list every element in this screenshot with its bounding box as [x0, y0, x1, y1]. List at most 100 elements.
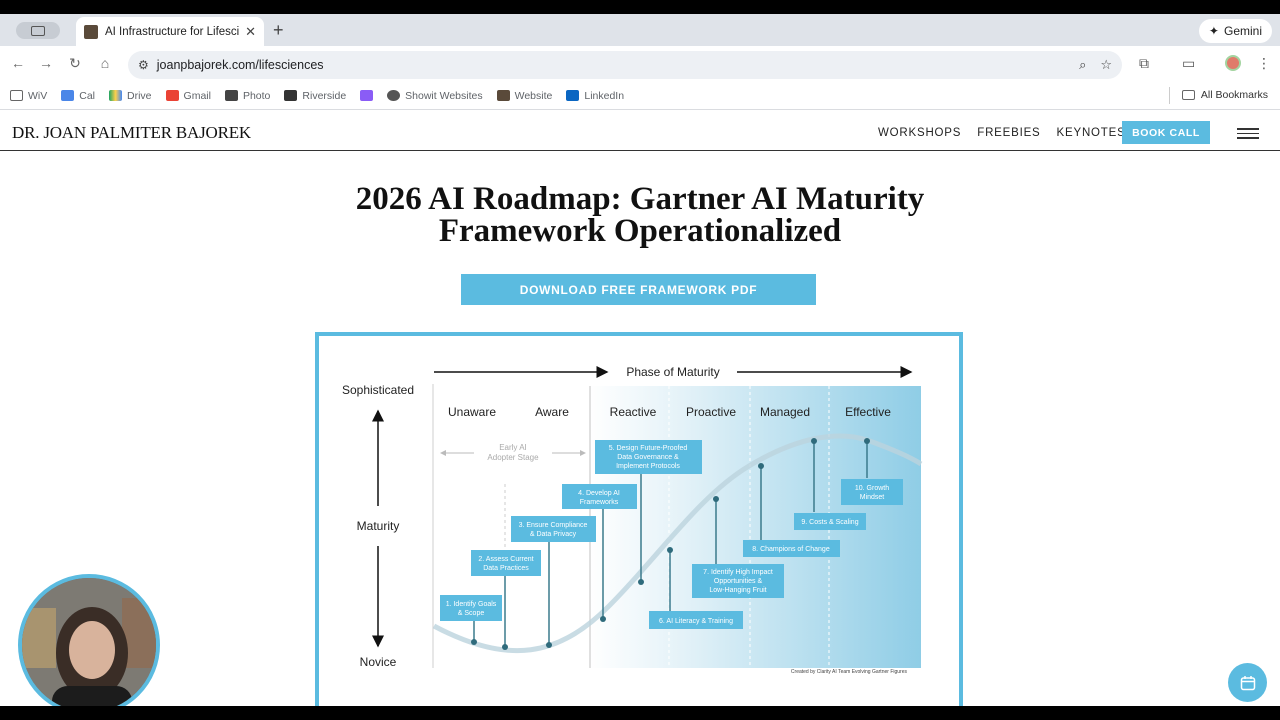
nav-workshops[interactable]: WORKSHOPS [878, 127, 961, 139]
site-logo[interactable]: DR. JOAN PALMITER BAJOREK [12, 123, 251, 143]
bookmark-showit[interactable]: Showit Websites [387, 89, 483, 102]
download-framework-button[interactable]: DOWNLOAD FREE FRAMEWORK PDF [461, 274, 816, 305]
step-text: Data Governance & [617, 454, 679, 461]
gemini-button[interactable]: ✦ Gemini [1198, 19, 1272, 43]
step-text: Implement Protocols [616, 463, 680, 470]
bookmark-riverside[interactable]: Riverside [284, 90, 346, 102]
step-text: Data Practices [483, 565, 529, 572]
menu-kebab-icon[interactable]: ⋮ [1257, 55, 1271, 72]
zoom-icon[interactable]: ⌕ [1079, 57, 1086, 73]
home-icon[interactable]: ⌂ [96, 55, 114, 71]
axis-label-top: Sophisticated [342, 383, 414, 397]
effective-zone-shading [589, 386, 921, 668]
site-info-icon[interactable]: ⚙ [138, 58, 149, 72]
browser-window: AI Infrastructure for Lifescien ✕ + ✦ Ge… [0, 14, 1280, 706]
bookmark-cal[interactable]: Cal [61, 90, 95, 102]
step-box-7: 7. Identify High Impact Opportunities & … [692, 564, 784, 598]
tab-active[interactable]: AI Infrastructure for Lifescien ✕ [76, 17, 264, 46]
site-header: DR. JOAN PALMITER BAJOREK WORKSHOPS FREE… [0, 111, 1280, 151]
step-text: & Scope [458, 610, 485, 617]
gmail-icon [165, 90, 179, 101]
step-box-4: 4. Develop AI Frameworks [562, 484, 637, 509]
phase-unaware: Unaware [448, 405, 496, 419]
site-nav: WORKSHOPS FREEBIES KEYNOTES [878, 127, 1126, 139]
step-text: 3. Ensure Compliance [519, 522, 588, 529]
extensions-icon[interactable]: ⧉ [1139, 55, 1149, 72]
step-box-1: 1. Identify Goals & Scope [440, 595, 502, 621]
bookmark-gmail[interactable]: Gmail [165, 89, 211, 102]
new-tab-button[interactable]: + [273, 20, 284, 41]
step-text: 8. Champions of Change [752, 546, 830, 553]
tab-search-side-icon[interactable]: ▭ [1182, 55, 1195, 72]
phase-proactive: Proactive [686, 405, 736, 419]
photo-icon [224, 90, 238, 101]
step-text: 7. Identify High Impact [703, 569, 773, 576]
step-text: Frameworks [580, 499, 619, 506]
all-bookmarks-label: All Bookmarks [1200, 89, 1268, 101]
phase-aware: Aware [535, 405, 569, 419]
page-title-line: 2026 AI Roadmap: Gartner AI Maturity [355, 181, 925, 217]
showit-icon [387, 90, 401, 101]
bookmark-label: LinkedIn [584, 89, 625, 102]
forward-arrow-icon[interactable]: → [37, 55, 55, 71]
drive-icon [109, 90, 123, 101]
maturity-framework-figure: Phase of Maturity Sophisticated Maturity… [315, 332, 963, 706]
step-box-3: 3. Ensure Compliance & Data Privacy [511, 516, 596, 542]
bookmark-label: Gmail [183, 89, 211, 102]
early-stage-label: Adopter Stage [487, 453, 539, 462]
site-favicon-icon [84, 24, 98, 39]
step-text: 4. Develop AI [578, 490, 620, 497]
hamburger-menu-icon[interactable] [1237, 128, 1259, 142]
step-text: 1. Identify Goals [446, 601, 497, 608]
nav-freebies[interactable]: FREEBIES [977, 127, 1040, 139]
step-box-2: 2. Assess Current Data Practices [471, 550, 541, 576]
address-bar[interactable]: ⚙ joanpbajorek.com/lifesciences ⌕ ☆ [128, 51, 1122, 79]
tab-strip: AI Infrastructure for Lifescien ✕ + ✦ Ge… [0, 14, 1280, 46]
back-arrow-icon[interactable]: ← [9, 55, 27, 71]
step-box-8: 8. Champions of Change [743, 540, 840, 557]
site-favicon-icon [496, 90, 510, 101]
step-box-9: 9. Costs & Scaling [794, 513, 866, 530]
step-text: & Data Privacy [530, 531, 577, 538]
phase-managed: Managed [760, 405, 810, 419]
bookmark-label: Riverside [302, 89, 347, 102]
bookmark-label: WiV [28, 89, 48, 102]
phase-effective: Effective [845, 405, 891, 419]
bookmark-website[interactable]: Website [496, 89, 553, 102]
step-box-10: 10. Growth Mindset [841, 479, 903, 505]
nav-keynotes[interactable]: KEYNOTES [1057, 127, 1126, 139]
tab-title: AI Infrastructure for Lifescien [105, 25, 240, 38]
bookmark-wiv[interactable]: WiV [10, 90, 47, 102]
page-title: 2026 AI Roadmap: Gartner AI Maturity Fra… [0, 181, 1280, 249]
calendar-chat-button[interactable] [1228, 663, 1267, 702]
phase-reactive: Reactive [610, 405, 657, 419]
bookmark-photo[interactable]: Photo [224, 90, 270, 102]
riverside-icon [284, 90, 298, 101]
bookmark-label: Showit Websites [405, 89, 483, 102]
bookmark-linkedin[interactable]: LinkedIn [566, 90, 624, 102]
step-text: 2. Assess Current [478, 556, 533, 563]
web-page: DR. JOAN PALMITER BAJOREK WORKSHOPS FREE… [0, 111, 1280, 706]
step-text: 6. AI Literacy & Training [659, 618, 733, 625]
url-text: joanpbajorek.com/lifesciences [156, 58, 324, 72]
divider [1169, 87, 1170, 104]
tab-search-icon [31, 25, 45, 36]
profile-avatar[interactable] [1225, 55, 1241, 71]
bookmark-drive[interactable]: Drive [109, 90, 152, 102]
bookmark-label: Drive [127, 89, 152, 102]
tab-close-icon[interactable]: ✕ [245, 24, 256, 40]
bookmark-label: Website [514, 89, 553, 102]
all-bookmarks-button[interactable]: All Bookmarks [1181, 89, 1268, 101]
bookmark-purple[interactable] [360, 90, 374, 101]
gemini-label: Gemini [1223, 24, 1262, 38]
page-title-line: Framework Operationalized [438, 213, 842, 249]
bookmarks-bar: WiV Cal Drive Gmail Photo Riverside Show… [0, 82, 1280, 110]
early-stage-label: Early AI [499, 443, 527, 452]
book-call-button[interactable]: BOOK CALL [1122, 121, 1210, 144]
reload-icon[interactable]: ↻ [66, 55, 84, 72]
bookmark-star-icon[interactable]: ☆ [1100, 57, 1112, 73]
tab-search-button[interactable] [16, 22, 60, 39]
linkedin-icon [566, 90, 580, 101]
folder-icon [1181, 90, 1195, 100]
step-box-6: 6. AI Literacy & Training [649, 611, 743, 629]
